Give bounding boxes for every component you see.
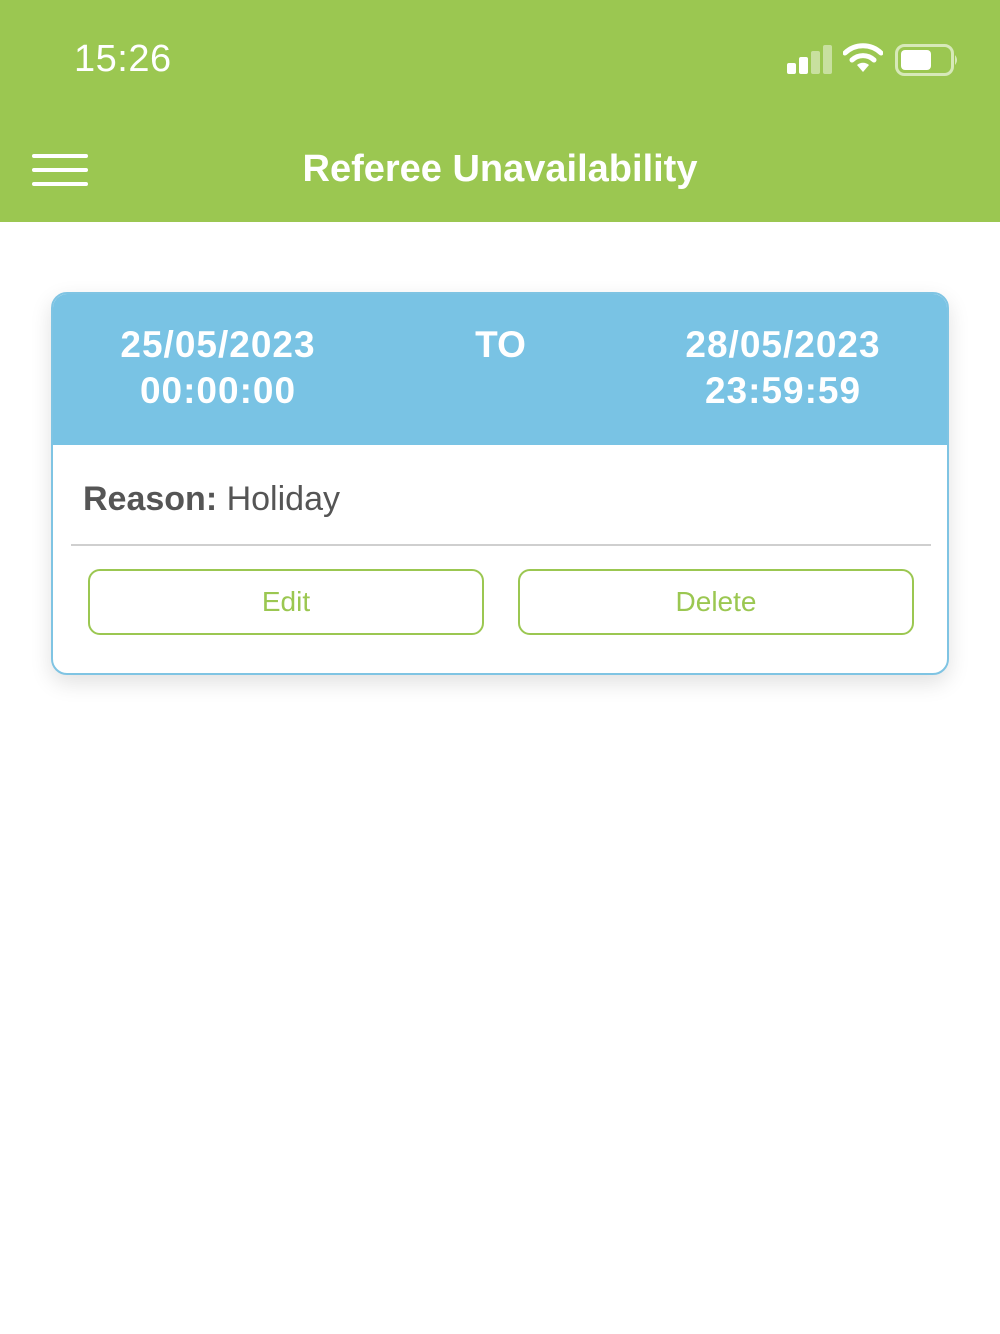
to-datetime: 28/05/2023 23:59:59	[618, 322, 947, 414]
to-time: 23:59:59	[704, 370, 862, 411]
cellular-signal-icon	[787, 44, 835, 74]
from-time: 00:00:00	[139, 370, 297, 411]
reason-row: Reason: Holiday	[83, 480, 340, 519]
page-title: Referee Unavailability	[302, 148, 698, 190]
to-date: 28/05/2023	[685, 324, 881, 365]
battery-icon	[895, 44, 957, 76]
unavailability-card: 25/05/2023 00:00:00 TO 28/05/2023 23:59:…	[51, 292, 949, 675]
edit-button[interactable]: Edit	[88, 569, 484, 635]
status-bar-time: 15:26	[74, 38, 172, 80]
from-datetime: 25/05/2023 00:00:00	[53, 322, 383, 414]
divider	[71, 544, 931, 546]
from-date: 25/05/2023	[120, 324, 316, 365]
wifi-icon	[843, 43, 883, 72]
delete-button[interactable]: Delete	[518, 569, 914, 635]
app-header: 15:26 Referee Unavailability	[0, 0, 1000, 222]
card-date-range-header: 25/05/2023 00:00:00 TO 28/05/2023 23:59:…	[53, 294, 947, 445]
to-label: TO	[475, 324, 526, 365]
reason-label: Reason:	[83, 480, 218, 518]
reason-value: Holiday	[226, 480, 340, 518]
